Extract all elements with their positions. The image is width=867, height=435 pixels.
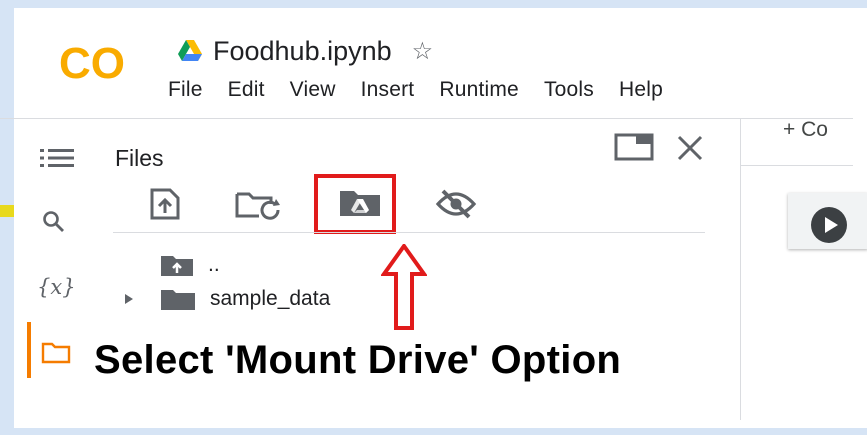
- star-icon[interactable]: ☆: [412, 37, 434, 66]
- instruction-caption: Select 'Mount Drive' Option: [94, 338, 622, 382]
- add-code-button[interactable]: + Co: [783, 118, 828, 142]
- menu-bar: File Edit View Insert Runtime Tools Help: [168, 78, 688, 102]
- menu-help[interactable]: Help: [619, 78, 663, 102]
- tree-item-parent[interactable]: ..: [160, 253, 220, 277]
- tree-item-label: sample_data: [210, 287, 331, 310]
- svg-text:CO: CO: [59, 39, 125, 88]
- open-in-tab-icon[interactable]: [614, 132, 654, 162]
- files-panel-title: Files: [115, 145, 164, 171]
- colab-logo: CO: [59, 39, 125, 88]
- toolbar-divider: [113, 232, 705, 233]
- run-cell-icon[interactable]: [811, 207, 847, 243]
- toolbar-divider: [741, 165, 853, 166]
- search-icon[interactable]: [42, 210, 66, 234]
- arrow-up-annotation-icon: [381, 244, 427, 330]
- refresh-folder-icon[interactable]: [234, 188, 282, 220]
- upload-file-icon[interactable]: [148, 188, 182, 220]
- menu-insert[interactable]: Insert: [361, 78, 415, 102]
- folder-icon[interactable]: [41, 340, 71, 364]
- tree-item-label: ..: [208, 253, 220, 276]
- expand-arrow-icon[interactable]: [122, 292, 136, 306]
- tree-item-sample-data[interactable]: sample_data: [122, 287, 330, 311]
- menu-view[interactable]: View: [290, 78, 336, 102]
- mount-drive-highlight: [314, 174, 396, 234]
- notebook-title-row: Foodhub.ipynb ☆: [177, 34, 433, 68]
- notebook-title[interactable]: Foodhub.ipynb: [213, 36, 392, 67]
- menu-runtime[interactable]: Runtime: [439, 78, 519, 102]
- hide-files-icon[interactable]: [435, 188, 477, 220]
- menu-edit[interactable]: Edit: [228, 78, 265, 102]
- folder-icon: [161, 290, 195, 310]
- close-icon[interactable]: [675, 133, 705, 163]
- parent-folder-icon: [161, 256, 193, 276]
- variables-icon[interactable]: {x}: [37, 275, 76, 299]
- sidebar-active-indicator: [27, 322, 31, 378]
- google-drive-icon: [178, 40, 202, 61]
- menu-file[interactable]: File: [168, 78, 203, 102]
- menu-tools[interactable]: Tools: [544, 78, 594, 102]
- table-of-contents-icon[interactable]: [40, 147, 74, 169]
